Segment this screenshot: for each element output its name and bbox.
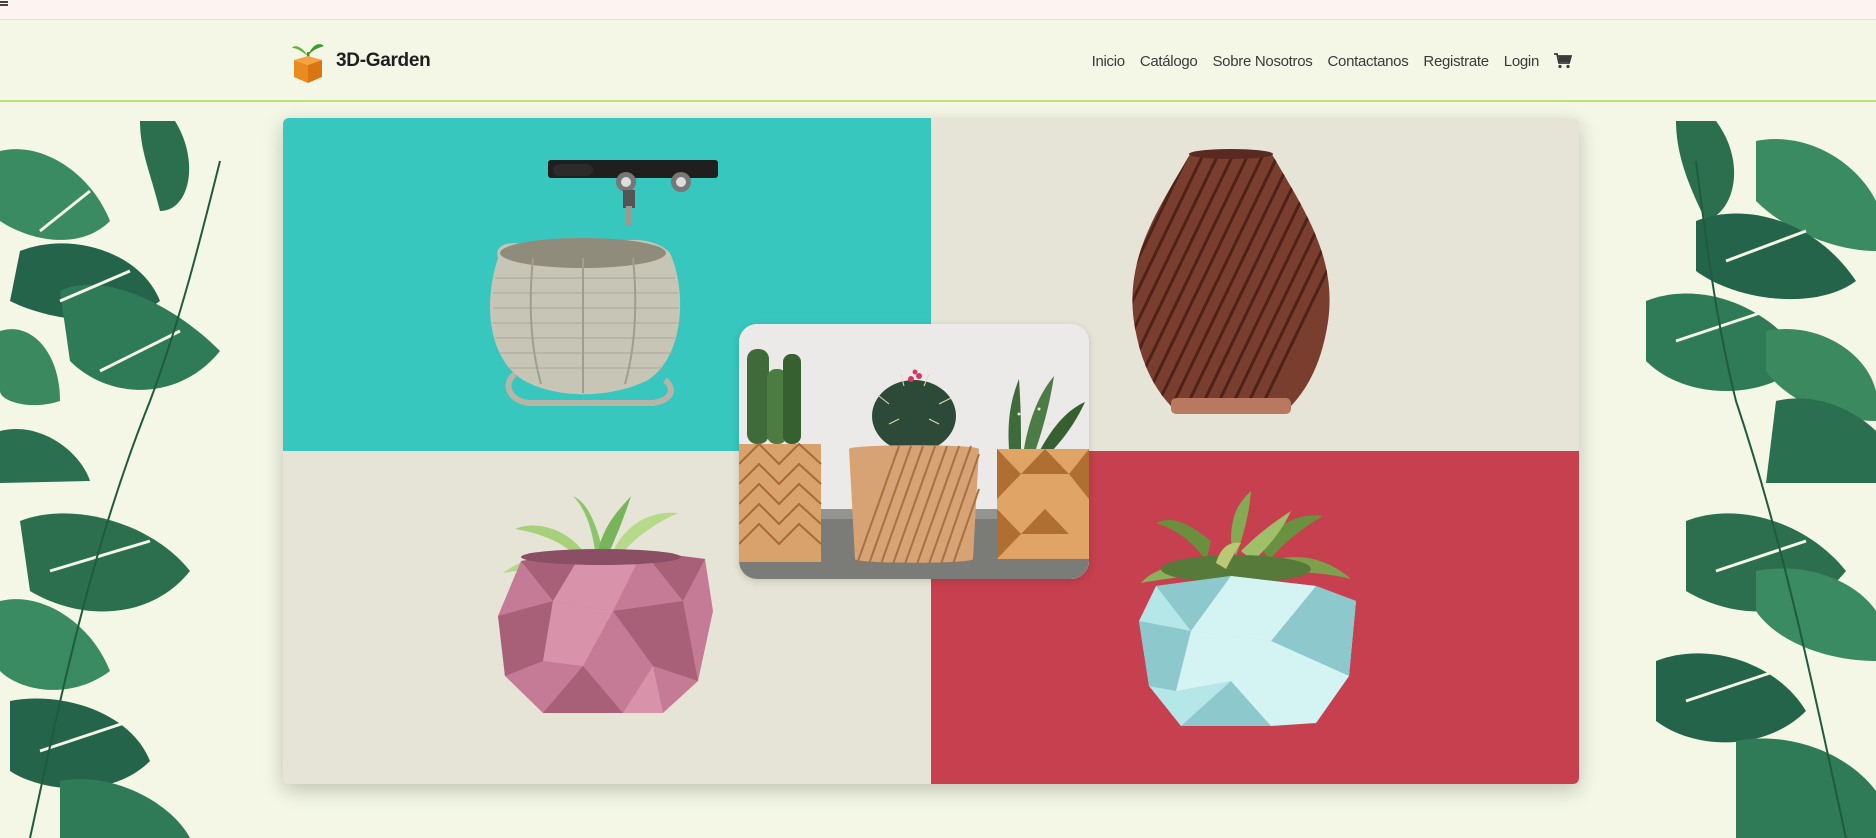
cactus-planters-photo	[739, 324, 1089, 579]
brand[interactable]: 3D-Garden	[290, 38, 431, 84]
nav-link-inicio[interactable]: Inicio	[1092, 53, 1126, 70]
browser-top-strip	[0, 0, 1876, 20]
navbar: 3D-Garden Inicio Catálogo Sobre Nosotros…	[0, 20, 1876, 102]
nav-link-login[interactable]: Login	[1504, 53, 1540, 70]
monstera-leaves-left	[0, 101, 260, 838]
main-nav: Inicio Catálogo Sobre Nosotros Contactan…	[1092, 52, 1572, 70]
nav-link-catalogo[interactable]: Catálogo	[1140, 53, 1198, 70]
menu-icon[interactable]	[0, 0, 20, 6]
sprout-box-icon	[292, 44, 324, 83]
brand-name: 3D-Garden	[336, 50, 431, 71]
nav-link-contactanos[interactable]: Contactanos	[1328, 53, 1409, 70]
nav-link-registrate[interactable]: Registrate	[1423, 53, 1489, 70]
monstera-leaves-right	[1616, 101, 1876, 838]
nav-link-sobre-nosotros[interactable]: Sobre Nosotros	[1212, 53, 1312, 70]
shopping-cart-icon[interactable]	[1554, 52, 1572, 69]
hero-collage	[283, 118, 1579, 784]
